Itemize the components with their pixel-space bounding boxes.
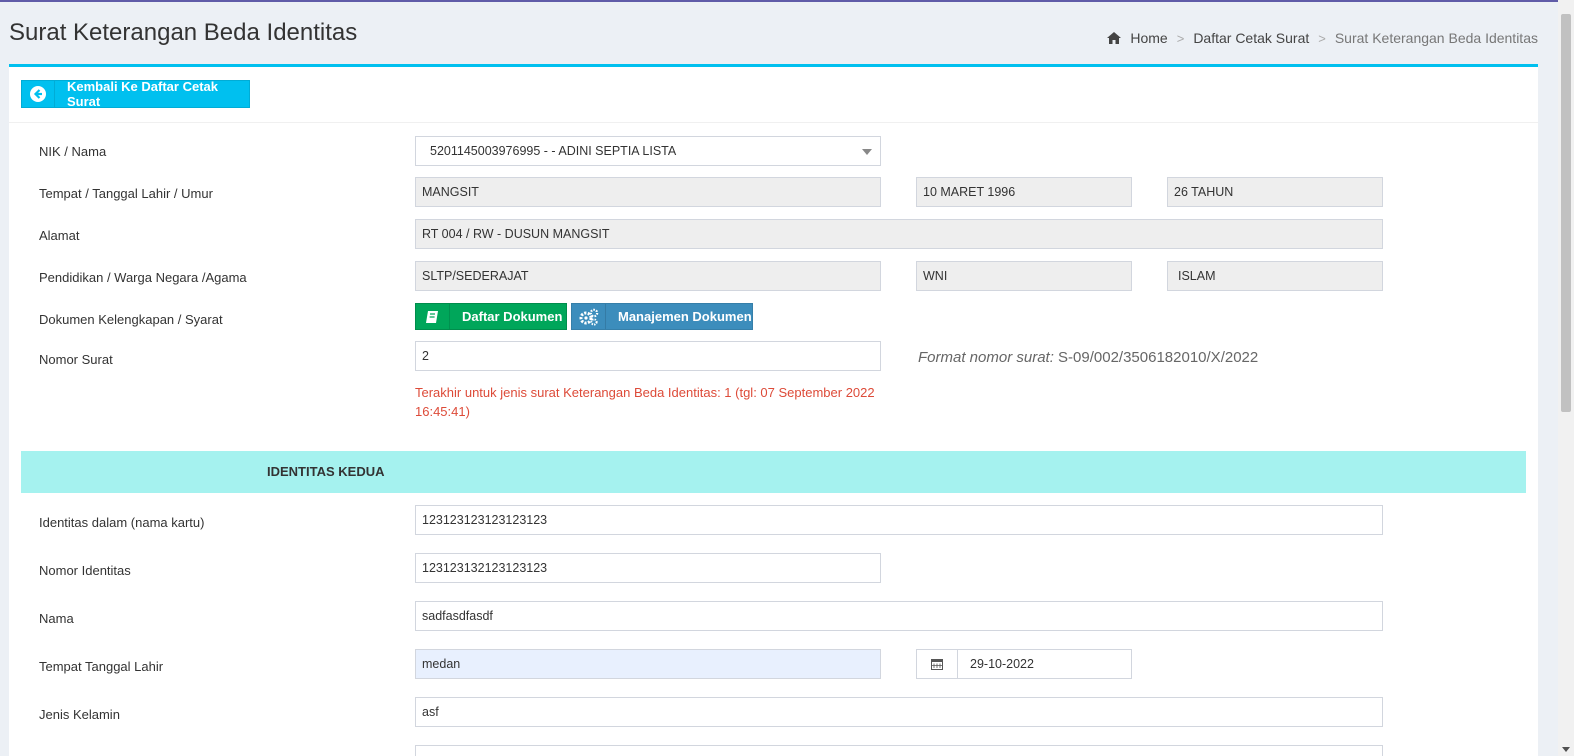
next-field-input[interactable]: [415, 745, 1383, 756]
section-header-identitas-kedua: IDENTITAS KEDUA: [21, 451, 1526, 493]
nik-select-value: 5201145003976995 - - ADINI SEPTIA LISTA: [430, 144, 677, 158]
page-title: Surat Keterangan Beda Identitas: [9, 19, 358, 46]
jenis-kelamin-label: Jenis Kelamin: [39, 707, 120, 722]
form-box: Kembali Ke Daftar Cetak Surat NIK / Nama…: [9, 64, 1538, 756]
section-title: IDENTITAS KEDUA: [267, 464, 385, 479]
nama-input[interactable]: sadfasdfasdf: [415, 601, 1383, 631]
format-nomor-label: Format nomor surat:: [918, 349, 1054, 366]
identitas-input[interactable]: 123123123123123123: [415, 505, 1383, 535]
calendar-icon: [917, 650, 958, 678]
umur-field: 26 TAHUN: [1167, 177, 1383, 207]
nomor-surat-input[interactable]: 2: [415, 341, 881, 371]
breadcrumb-separator: >: [1176, 30, 1185, 46]
scrollbar-thumb[interactable]: [1561, 14, 1571, 412]
tanggal-lahir-value: 29-10-2022: [970, 657, 1034, 671]
chevron-down-icon: [862, 149, 872, 155]
ttl-label: Tempat / Tanggal Lahir / Umur: [39, 186, 213, 201]
manajemen-dokumen-label: Manajemen Dokumen: [618, 309, 752, 324]
tanggal-lahir-field: 10 MARET 1996: [916, 177, 1132, 207]
breadcrumb-list-link[interactable]: Daftar Cetak Surat: [1193, 30, 1309, 46]
nomor-identitas-input[interactable]: 123123132123123123: [415, 553, 881, 583]
pendidikan-label: Pendidikan / Warga Negara /Agama: [39, 270, 247, 285]
back-to-list-button[interactable]: Kembali Ke Daftar Cetak Surat: [21, 79, 250, 109]
tempat-lahir-input[interactable]: medan: [415, 649, 881, 679]
breadcrumb-home-link[interactable]: Home: [1130, 30, 1167, 46]
format-nomor-value: S-09/002/3506182010/X/2022: [1058, 349, 1259, 366]
breadcrumb: Home > Daftar Cetak Surat > Surat Ketera…: [1107, 30, 1538, 46]
book-icon: [416, 304, 450, 329]
daftar-dokumen-label: Daftar Dokumen: [462, 309, 563, 324]
pendidikan-field: SLTP/SEDERAJAT: [415, 261, 881, 291]
nik-select[interactable]: 5201145003976995 - - ADINI SEPTIA LISTA: [415, 136, 881, 166]
top-accent-bar: [0, 0, 1574, 2]
scroll-down-arrow-icon[interactable]: [1562, 747, 1570, 752]
alamat-label: Alamat: [39, 228, 80, 243]
jenis-kelamin-input[interactable]: asf: [415, 697, 1383, 727]
vertical-scrollbar[interactable]: [1558, 0, 1574, 756]
tanggal-lahir-datepicker[interactable]: 29-10-2022: [916, 649, 1132, 679]
agama-field: ISLAM: [1167, 261, 1383, 291]
dokumen-label: Dokumen Kelengkapan / Syarat: [39, 312, 223, 327]
tempat-lahir-field: MANGSIT: [415, 177, 881, 207]
gears-icon: [572, 304, 606, 329]
daftar-dokumen-button[interactable]: Daftar Dokumen: [415, 303, 567, 330]
breadcrumb-current: Surat Keterangan Beda Identitas: [1334, 30, 1538, 46]
warga-negara-field: WNI: [916, 261, 1132, 291]
home-icon: [1107, 32, 1122, 44]
back-button-label: Kembali Ke Daftar Cetak Surat: [66, 79, 218, 109]
box-header: Kembali Ke Daftar Cetak Surat: [9, 67, 1538, 123]
identitas-label: Identitas dalam (nama kartu): [39, 515, 205, 530]
last-letter-warning: Terakhir untuk jenis surat Keterangan Be…: [415, 385, 875, 419]
breadcrumb-separator: >: [1318, 30, 1326, 46]
nomor-identitas-label: Nomor Identitas: [39, 563, 131, 578]
arrow-left-circle-icon: [22, 81, 55, 107]
nama-label: Nama: [39, 611, 74, 626]
nomor-surat-label: Nomor Surat: [39, 352, 113, 367]
nik-label: NIK / Nama: [39, 144, 107, 159]
tempat-tanggal-lahir-label: Tempat Tanggal Lahir: [39, 659, 164, 674]
format-nomor-hint: Format nomor surat: S-09/002/3506182010/…: [918, 349, 1258, 366]
alamat-field: RT 004 / RW - DUSUN MANGSIT: [415, 219, 1383, 249]
manajemen-dokumen-button[interactable]: Manajemen Dokumen: [571, 303, 753, 330]
